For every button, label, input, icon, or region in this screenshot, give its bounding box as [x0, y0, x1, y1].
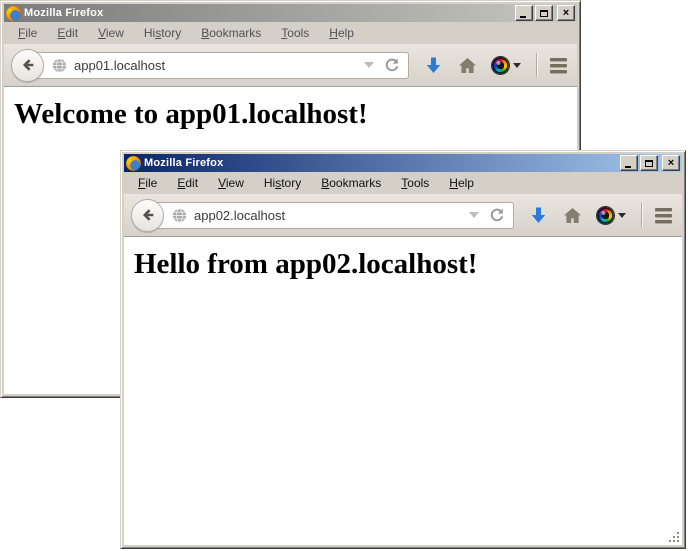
- menu-edit[interactable]: Edit: [167, 173, 208, 193]
- close-button[interactable]: ×: [662, 155, 680, 171]
- menu-bookmarks[interactable]: Bookmarks: [311, 173, 391, 193]
- titlebar[interactable]: Mozilla Firefox ×: [124, 154, 682, 172]
- maximize-button[interactable]: [535, 5, 553, 21]
- close-icon: ×: [563, 8, 569, 19]
- minimize-button[interactable]: [515, 5, 533, 21]
- urlbar-dropdown-icon[interactable]: [469, 212, 479, 218]
- urlbar-dropdown-icon[interactable]: [364, 62, 374, 68]
- toolbar-separator: [641, 203, 642, 227]
- dropdown-caret-icon: [513, 63, 521, 68]
- back-arrow-icon: [20, 57, 36, 73]
- close-icon: ×: [668, 158, 674, 169]
- dropdown-caret-icon: [618, 213, 626, 218]
- menu-history[interactable]: History: [134, 23, 191, 43]
- globe-icon: [52, 58, 67, 73]
- menu-help[interactable]: Help: [439, 173, 484, 193]
- page-content: Hello from app02.localhost!: [124, 237, 682, 545]
- menu-file[interactable]: File: [128, 173, 167, 193]
- downloads-button[interactable]: [529, 206, 548, 225]
- menu-file[interactable]: File: [8, 23, 47, 43]
- hamburger-menu-icon: [655, 208, 672, 211]
- menu-hamburger-button[interactable]: [655, 208, 672, 223]
- reload-icon[interactable]: [384, 57, 400, 73]
- home-button[interactable]: [458, 57, 477, 74]
- download-arrow-icon: [424, 56, 443, 75]
- page-heading: Welcome to app01.localhost!: [14, 98, 577, 131]
- maximize-icon: [645, 160, 653, 167]
- page-heading: Hello from app02.localhost!: [134, 248, 682, 281]
- extension-colorwheel-button[interactable]: [492, 57, 521, 74]
- menu-view[interactable]: View: [208, 173, 254, 193]
- minimize-icon: [625, 166, 631, 168]
- menu-view[interactable]: View: [88, 23, 134, 43]
- colorwheel-extension-icon: [597, 207, 614, 224]
- colorwheel-extension-icon: [492, 57, 509, 74]
- back-button[interactable]: [11, 49, 44, 82]
- home-button[interactable]: [563, 207, 582, 224]
- menu-hamburger-button[interactable]: [550, 58, 567, 73]
- window-title: Mozilla Firefox: [144, 157, 223, 169]
- home-icon: [563, 207, 582, 224]
- maximize-icon: [540, 10, 548, 17]
- firefox-window-app02: Mozilla Firefox × File Edit View History…: [120, 150, 686, 549]
- url-bar[interactable]: app01.localhost: [27, 52, 409, 79]
- menu-history[interactable]: History: [254, 173, 311, 193]
- navigation-toolbar: app01.localhost: [4, 44, 577, 87]
- globe-icon: [172, 208, 187, 223]
- url-bar[interactable]: app02.localhost: [147, 202, 514, 229]
- menu-bookmarks[interactable]: Bookmarks: [191, 23, 271, 43]
- navigation-toolbar: app02.localhost: [124, 194, 682, 237]
- menu-help[interactable]: Help: [319, 23, 364, 43]
- back-button[interactable]: [131, 199, 164, 232]
- download-arrow-icon: [529, 206, 548, 225]
- window-controls: ×: [515, 5, 575, 21]
- menu-tools[interactable]: Tools: [271, 23, 319, 43]
- menu-edit[interactable]: Edit: [47, 23, 88, 43]
- home-icon: [458, 57, 477, 74]
- url-text[interactable]: app02.localhost: [194, 208, 463, 223]
- window-controls: ×: [620, 155, 680, 171]
- reload-icon[interactable]: [489, 207, 505, 223]
- toolbar-separator: [536, 53, 537, 77]
- url-text[interactable]: app01.localhost: [74, 58, 358, 73]
- extension-colorwheel-button[interactable]: [597, 207, 626, 224]
- menu-bar: File Edit View History Bookmarks Tools H…: [124, 172, 682, 194]
- menu-bar: File Edit View History Bookmarks Tools H…: [4, 22, 577, 44]
- menu-tools[interactable]: Tools: [391, 173, 439, 193]
- downloads-button[interactable]: [424, 56, 443, 75]
- resize-grip[interactable]: [667, 530, 681, 544]
- hamburger-menu-icon: [550, 58, 567, 61]
- maximize-button[interactable]: [640, 155, 658, 171]
- close-button[interactable]: ×: [557, 5, 575, 21]
- titlebar[interactable]: Mozilla Firefox ×: [4, 4, 577, 22]
- back-arrow-icon: [140, 207, 156, 223]
- minimize-button[interactable]: [620, 155, 638, 171]
- window-title: Mozilla Firefox: [24, 7, 103, 19]
- minimize-icon: [520, 16, 526, 18]
- firefox-logo-icon: [6, 6, 21, 21]
- firefox-logo-icon: [126, 156, 141, 171]
